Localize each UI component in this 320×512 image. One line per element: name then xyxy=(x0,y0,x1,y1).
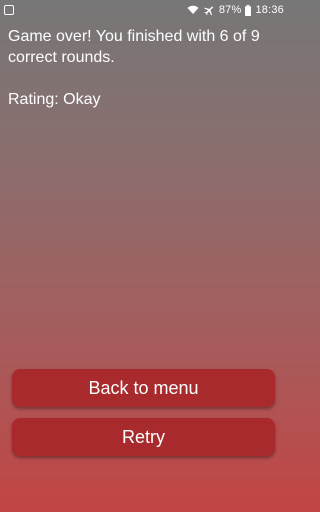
game-over-message: Game over! You finished with 6 of 9 corr… xyxy=(8,28,260,66)
wifi-icon xyxy=(187,5,199,15)
status-bar: 87% 18:36 xyxy=(0,0,288,20)
notification-icon xyxy=(4,5,14,15)
airplane-mode-icon xyxy=(203,5,215,16)
battery-icon xyxy=(245,4,252,16)
retry-button[interactable]: Retry xyxy=(12,418,275,456)
result-panel: Game over! You finished with 6 of 9 corr… xyxy=(8,26,280,110)
battery-percent: 87% xyxy=(218,4,242,16)
clock: 18:36 xyxy=(255,4,284,16)
status-left xyxy=(4,5,187,15)
rating-text: Rating: Okay xyxy=(8,91,101,108)
status-right: 87% 18:36 xyxy=(187,4,284,16)
back-to-menu-button[interactable]: Back to menu xyxy=(12,369,275,407)
